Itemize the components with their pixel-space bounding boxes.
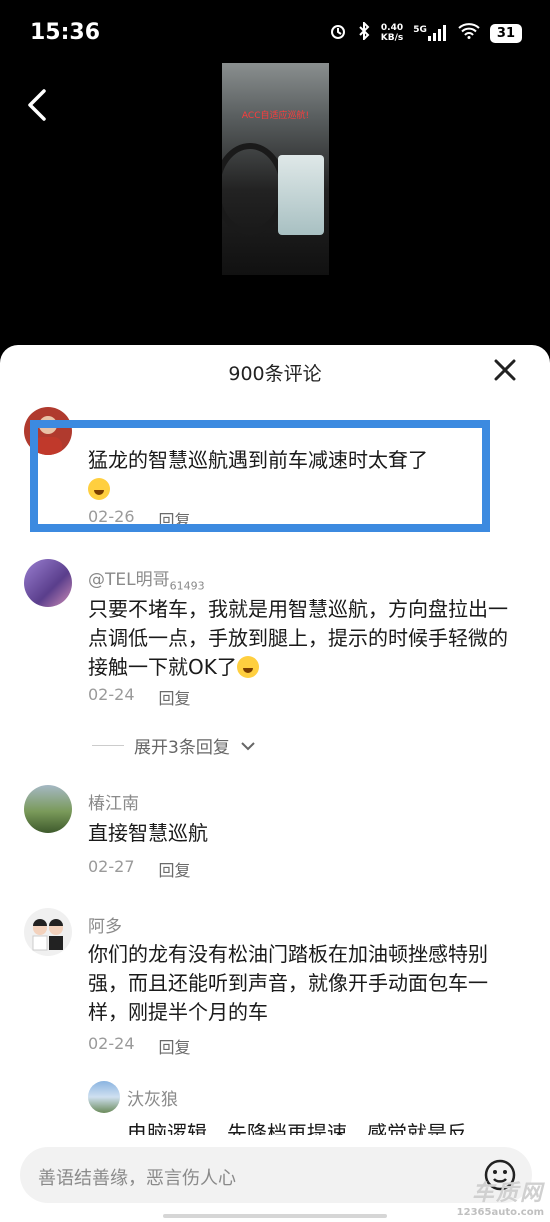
battery-indicator: 31 (489, 23, 522, 43)
reply-author[interactable]: 汏灰狼 (127, 1085, 178, 1110)
avatar[interactable] (24, 785, 72, 833)
chevron-down-icon (241, 741, 255, 750)
sheet-title: 900条评论 (228, 363, 322, 385)
expand-replies-label: 展开3条回复 (134, 738, 230, 758)
comment-date: 02-24 (88, 685, 135, 704)
highlight-annotation-box (30, 420, 490, 532)
steering-wheel-image (222, 143, 286, 235)
comments-sheet: 900条评论 猛龙的智慧巡航遇到前车减速时太耷了 02-26 回复 @TEL明哥… (0, 345, 550, 1222)
comment-input-bar: 善语结善缘，恶言伤人心 车质网 12365auto.com (0, 1135, 550, 1222)
close-button[interactable] (490, 355, 520, 385)
comment-author[interactable]: 阿多 (88, 912, 122, 937)
avatar[interactable] (24, 559, 72, 607)
comment-meta: 02-24 回复 (88, 685, 191, 709)
video-player[interactable]: ACC自适应巡航! (222, 63, 329, 275)
reply-button[interactable]: 回复 (159, 1034, 191, 1058)
comment-text: 只要不堵车，我就是用智慧巡航，方向盘拉出一点调低一点，手放到腿上，提示的时候手轻… (88, 597, 508, 679)
comment-date: 02-27 (88, 857, 135, 876)
avatar[interactable] (24, 908, 72, 956)
comment-text: 你们的龙有没有松油门踏板在加油顿挫感特别强，而且还能听到声音，就像开手动面包车一… (88, 942, 488, 1024)
comment-meta: 02-27 回复 (88, 857, 191, 881)
chevron-left-icon (28, 89, 46, 121)
home-indicator[interactable] (163, 1214, 387, 1218)
reply-button[interactable]: 回复 (159, 685, 191, 709)
car-display-image (278, 155, 324, 235)
comment-text: 直接智慧巡航 (88, 821, 208, 845)
comment-input-placeholder: 善语结善缘，恶言伤人心 (38, 1168, 236, 1189)
reply-button[interactable]: 回复 (159, 857, 191, 881)
comment-author[interactable]: 椿江南 (88, 789, 139, 814)
laugh-cry-emoji-icon (236, 656, 259, 678)
close-icon (494, 359, 516, 381)
expand-replies-button[interactable]: 展开3条回复 (92, 733, 256, 758)
watermark-logo: 车质网 12365auto.com (456, 1181, 544, 1218)
back-button[interactable] (20, 85, 60, 125)
avatar[interactable] (88, 1081, 120, 1113)
status-time: 15:36 (30, 20, 101, 45)
divider (92, 745, 124, 746)
comment-input[interactable]: 善语结善缘，恶言伤人心 (20, 1147, 532, 1203)
cellular-signal-icon: 5G (413, 25, 448, 41)
comment-author[interactable]: @TEL明哥61493 (88, 565, 205, 592)
net-speed: 0.40 KB/s (380, 23, 404, 43)
alarm-icon (329, 22, 347, 44)
bluetooth-icon (357, 20, 371, 44)
comment-date: 02-24 (88, 1034, 135, 1053)
video-caption: ACC自适应巡航! (241, 111, 310, 121)
status-icons: 0.40 KB/s 5G 31 (329, 20, 522, 44)
status-bar: 15:36 0.40 KB/s 5G 31 (0, 0, 550, 70)
comment-meta: 02-24 回复 (88, 1034, 191, 1058)
wifi-icon (458, 23, 480, 43)
